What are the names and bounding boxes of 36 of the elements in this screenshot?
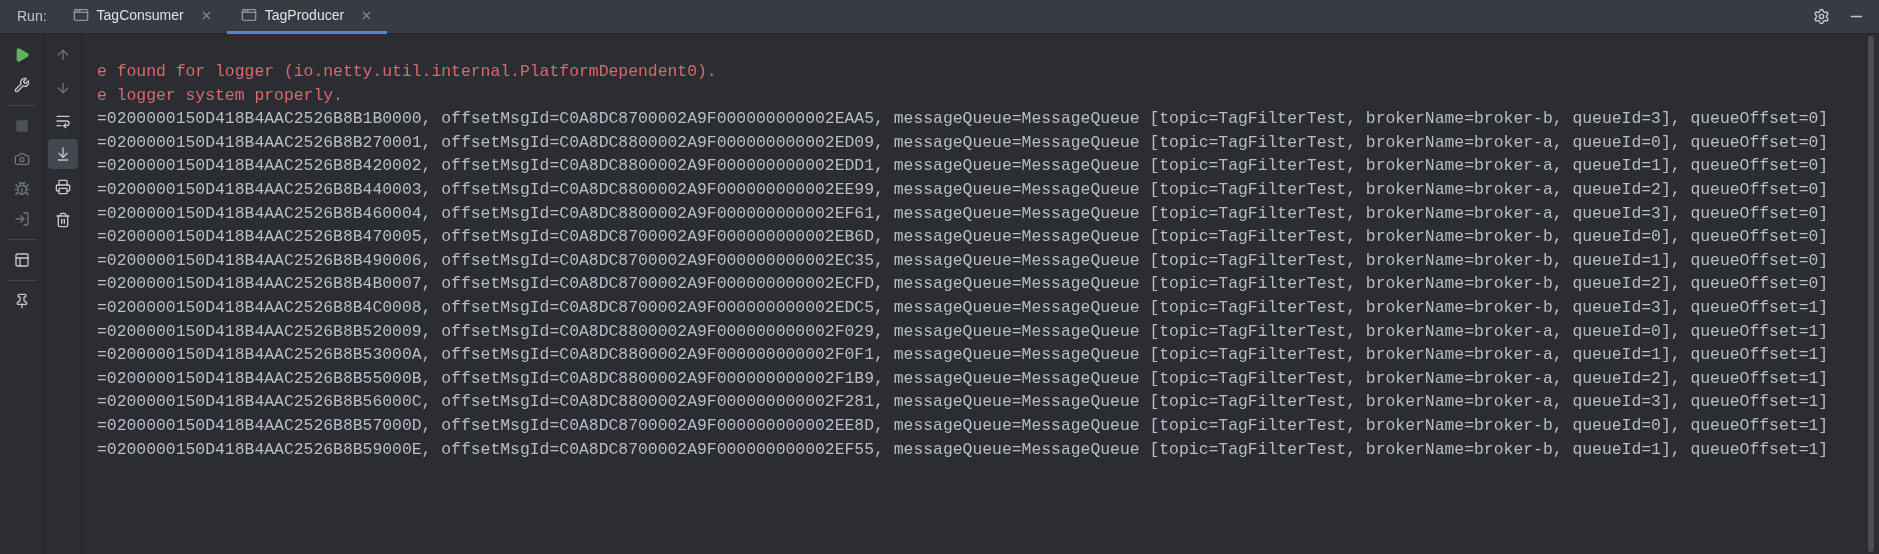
bug-icon <box>13 181 30 197</box>
log-line: =0200000150D418B4AAC2526B8B53000A, offsetMsgId=C0A8DC8800002A9F000000000002F0F1, messageQueue=MessageQueue [topic=TagFilterTest, brokerName=broker-a, queueId=1], queueOffset=1] <box>97 344 1829 367</box>
scroll-to-end-button[interactable] <box>47 139 78 169</box>
log-line: =0200000150D418B4AAC2526B8B55000B, offsetMsgId=C0A8DC8800002A9F000000000002F1B9, messageQueue=MessageQueue [topic=TagFilterTest, brokerName=broker-a, queueId=2], queueOffset=1] <box>97 367 1829 390</box>
log-line: =0200000150D418B4AAC2526B8B270001, offsetMsgId=C0A8DC8800002A9F000000000002ED09, messageQueue=MessageQueue [topic=TagFilterTest, brokerName=broker-a, queueId=0], queueOffset=0] <box>97 131 1829 154</box>
log-line: =0200000150D418B4AAC2526B8B490006, offsetMsgId=C0A8DC8700002A9F000000000002EC35, messageQueue=MessageQueue [topic=TagFilterTest, brokerName=broker-b, queueId=1], queueOffset=0] <box>97 249 1829 272</box>
exit-icon <box>13 211 30 227</box>
tab-label: TagConsumer <box>96 5 184 25</box>
log-line: =0200000150D418B4AAC2526B8B4C0008, offsetMsgId=C0A8DC8700002A9F000000000002EDC5, messageQueue=MessageQueue [topic=TagFilterTest, brokerName=broker-b, queueId=3], queueOffset=1] <box>97 296 1829 319</box>
run-tab[interactable]: TagConsumer <box>58 0 227 34</box>
print-icon <box>54 179 71 195</box>
window-icon <box>240 7 257 23</box>
log-line: e logger system properly. <box>97 84 343 107</box>
log-line: =0200000150D418B4AAC2526B8B460004, offsetMsgId=C0A8DC8800002A9F000000000002EF61, messageQueue=MessageQueue [topic=TagFilterTest, brokerName=broker-a, queueId=3], queueOffset=0] <box>97 202 1829 225</box>
wrench-icon <box>13 77 30 93</box>
log-line: =0200000150D418B4AAC2526B8B59000E, offsetMsgId=C0A8DC8700002A9F000000000002EF55, messageQueue=MessageQueue [topic=TagFilterTest, brokerName=broker-b, queueId=1], queueOffset=1] <box>97 438 1829 461</box>
log-line: =0200000150D418B4AAC2526B8B4B0007, offsetMsgId=C0A8DC8700002A9F000000000002ECFD, messageQueue=MessageQueue [topic=TagFilterTest, brokerName=broker-b, queueId=2], queueOffset=0] <box>97 273 1829 296</box>
settings-icon[interactable] <box>1813 8 1830 25</box>
log-line: =0200000150D418B4AAC2526B8B440003, offsetMsgId=C0A8DC8800002A9F000000000002EE99, messageQueue=MessageQueue [topic=TagFilterTest, brokerName=broker-a, queueId=2], queueOffset=0] <box>97 178 1829 201</box>
log-line: =0200000150D418B4AAC2526B8B520009, offsetMsgId=C0A8DC8800002A9F000000000002F029, messageQueue=MessageQueue [topic=TagFilterTest, brokerName=broker-a, queueId=0], queueOffset=1] <box>97 320 1829 343</box>
log-line: =0200000150D418B4AAC2526B8B470005, offsetMsgId=C0A8DC8700002A9F000000000002EB6D, messageQueue=MessageQueue [topic=TagFilterTest, brokerName=broker-b, queueId=0], queueOffset=0] <box>97 226 1829 249</box>
run-label: Run: <box>17 7 47 26</box>
scrollbar[interactable] <box>1868 36 1874 552</box>
stop-icon <box>14 119 29 133</box>
log-line: =0200000150D418B4AAC2526B8B420002, offsetMsgId=C0A8DC8800002A9F000000000002EDD1, messageQueue=MessageQueue [topic=TagFilterTest, brokerName=broker-a, queueId=1], queueOffset=0] <box>97 155 1829 178</box>
window-icon <box>72 7 89 23</box>
trash-icon <box>54 212 71 228</box>
layout-icon <box>13 252 30 268</box>
tab-label: TagProducer <box>264 5 345 25</box>
camera-icon <box>13 151 30 167</box>
log-line: =0200000150D418B4AAC2526B8B57000D, offsetMsgId=C0A8DC8700002A9F000000000002EE8D, messageQueue=MessageQueue [topic=TagFilterTest, brokerName=broker-b, queueId=0], queueOffset=1] <box>97 414 1829 437</box>
log-line: =0200000150D418B4AAC2526B8B1B0000, offsetMsgId=C0A8DC8700002A9F000000000002EAA5, messageQueue=MessageQueue [topic=TagFilterTest, brokerName=broker-b, queueId=3], queueOffset=0] <box>97 108 1829 131</box>
run-tab[interactable]: TagProducer <box>226 0 388 34</box>
log-line: =0200000150D418B4AAC2526B8B56000C, offsetMsgId=C0A8DC8800002A9F000000000002F281, messageQueue=MessageQueue [topic=TagFilterTest, brokerName=broker-a, queueId=3], queueOffset=1] <box>97 391 1829 414</box>
soft-wrap-icon <box>54 113 71 129</box>
log-line: e found for logger (io.netty.util.internal.PlatformDependent0). <box>97 61 717 83</box>
